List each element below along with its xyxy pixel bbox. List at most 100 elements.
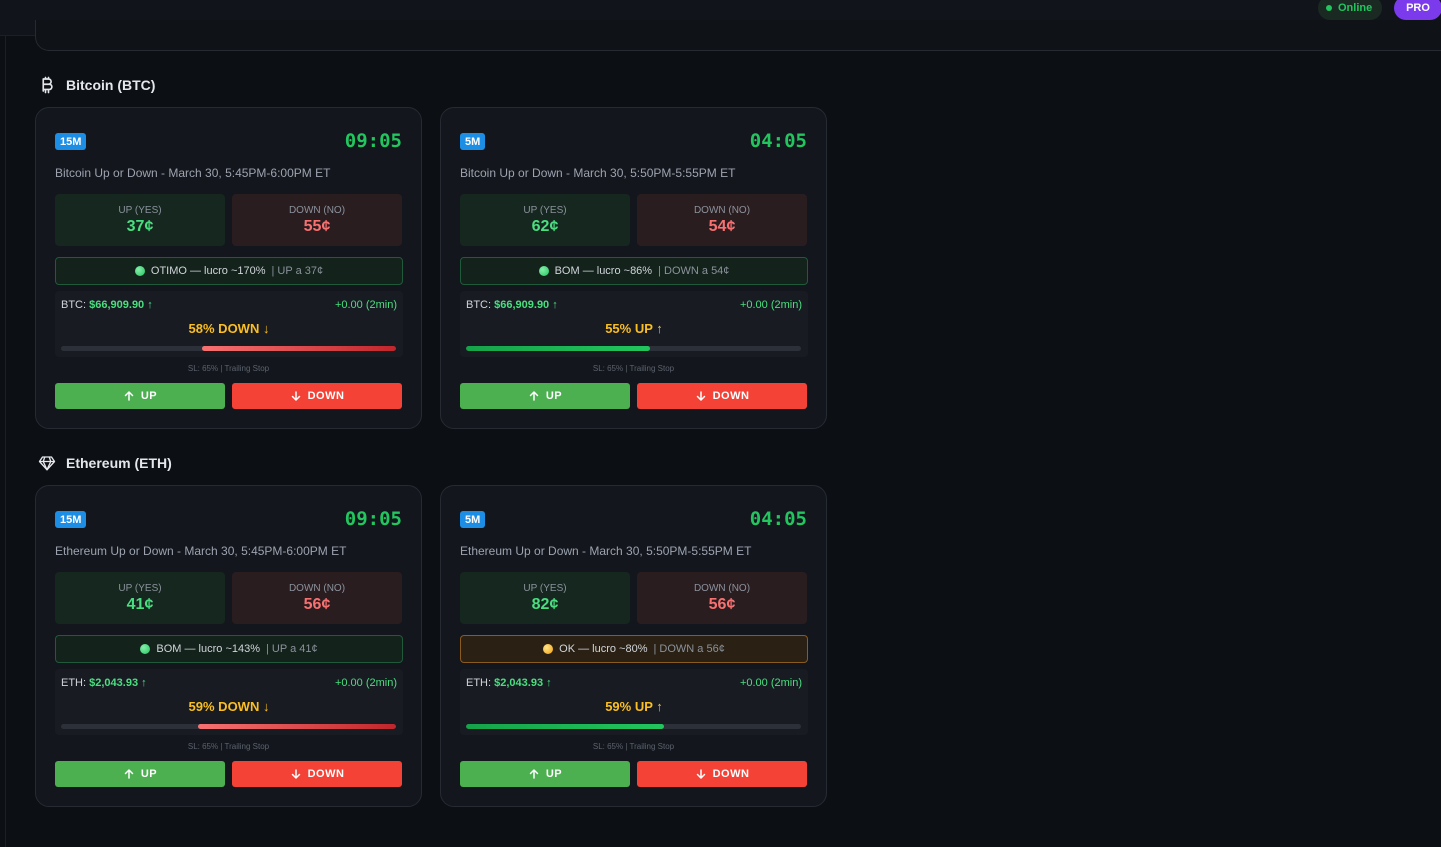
- signal-banner: BOM — lucro ~86% | DOWN a 54¢: [460, 257, 808, 285]
- market-card: 5M 04:05 Bitcoin Up or Down - March 30, …: [440, 107, 827, 429]
- asset-label: ETH:: [466, 677, 492, 689]
- price-change: +0.00 (2min): [334, 677, 397, 689]
- up-yes-price: 41¢: [126, 595, 154, 613]
- up-yes-label: UP (YES): [118, 204, 162, 216]
- buy-up-label: UP: [140, 390, 158, 402]
- up-yes-box: UP (YES) 62¢: [460, 194, 630, 246]
- previous-panel: [35, 20, 1441, 51]
- buy-down-button[interactable]: DOWN: [232, 383, 402, 409]
- arrow-up-icon: [123, 768, 135, 780]
- down-no-box: DOWN (NO) 55¢: [232, 194, 402, 246]
- price-change: +0.00 (2min): [739, 677, 802, 689]
- buy-down-button[interactable]: DOWN: [637, 761, 807, 787]
- asset-price: $66,909.90 ↑: [494, 299, 558, 311]
- buy-up-button[interactable]: UP: [55, 761, 225, 787]
- signal-dot-icon: [134, 266, 145, 276]
- market-card: 5M 04:05 Ethereum Up or Down - March 30,…: [440, 485, 827, 807]
- prediction-label: 59% DOWN ↓: [188, 699, 270, 714]
- down-no-label: DOWN (NO): [693, 204, 751, 216]
- timeframe-badge: 15M: [55, 511, 87, 528]
- down-no-price: 54¢: [708, 217, 736, 235]
- diamond-icon: [38, 456, 56, 471]
- pro-badge[interactable]: PRO: [1394, 0, 1441, 20]
- up-yes-price: 62¢: [531, 217, 559, 235]
- down-no-label: DOWN (NO): [288, 204, 346, 216]
- signal-sub-text: | UP a 37¢: [271, 265, 324, 277]
- countdown-timer: 09:05: [344, 508, 402, 530]
- arrow-down-icon: [290, 768, 302, 780]
- signal-sub-text: | UP a 41¢: [266, 643, 318, 655]
- down-no-price: 55¢: [303, 217, 331, 235]
- timeframe-badge: 5M: [460, 511, 486, 528]
- asset-label: ETH:: [61, 677, 87, 689]
- sidebar-edge: [0, 36, 6, 847]
- buy-up-button[interactable]: UP: [460, 383, 630, 409]
- countdown-timer: 09:05: [344, 130, 402, 152]
- down-no-price: 56¢: [708, 595, 736, 613]
- signal-dot-icon: [538, 266, 549, 276]
- buy-down-label: DOWN: [712, 768, 750, 780]
- asset-price-line: ETH: $2,043.93 ↑: [466, 677, 552, 689]
- stop-loss-note: SL: 65% | Trailing Stop: [592, 742, 675, 751]
- buy-up-label: UP: [545, 768, 563, 780]
- asset-price: $66,909.90 ↑: [89, 299, 153, 311]
- asset-price-line: BTC: $66,909.90 ↑: [61, 299, 153, 311]
- signal-main-text: OK — lucro ~80%: [559, 643, 648, 655]
- down-no-price: 56¢: [303, 595, 331, 613]
- prediction-label: 55% UP ↑: [605, 321, 663, 336]
- market-card: 15M 09:05 Ethereum Up or Down - March 30…: [35, 485, 422, 807]
- prediction-bar: [466, 346, 801, 351]
- buy-down-label: DOWN: [307, 390, 345, 402]
- countdown-timer: 04:05: [749, 130, 807, 152]
- buy-up-label: UP: [545, 390, 563, 402]
- price-change: +0.00 (2min): [739, 299, 802, 311]
- countdown-timer: 04:05: [749, 508, 807, 530]
- price-panel: BTC: $66,909.90 ↑ +0.00 (2min) 58% DOWN …: [55, 291, 403, 357]
- market-title: Bitcoin Up or Down - March 30, 5:45PM-6:…: [55, 166, 331, 180]
- down-no-label: DOWN (NO): [693, 582, 751, 594]
- asset-price: $2,043.93 ↑: [494, 677, 552, 689]
- bitcoin-icon: [42, 76, 53, 94]
- section-title-btc: Bitcoin (BTC): [38, 74, 155, 96]
- stop-loss-note: SL: 65% | Trailing Stop: [187, 742, 270, 751]
- arrow-down-icon: [695, 768, 707, 780]
- up-yes-label: UP (YES): [118, 582, 162, 594]
- section-title-label: Bitcoin (BTC): [66, 77, 156, 93]
- buy-down-button[interactable]: DOWN: [637, 383, 807, 409]
- price-panel: ETH: $2,043.93 ↑ +0.00 (2min) 59% UP ↑: [460, 669, 808, 735]
- section-title-label: Ethereum (ETH): [66, 455, 172, 471]
- signal-sub-text: | DOWN a 54¢: [658, 265, 730, 277]
- arrow-up-icon: [123, 390, 135, 402]
- buy-down-label: DOWN: [712, 390, 750, 402]
- price-panel: ETH: $2,043.93 ↑ +0.00 (2min) 59% DOWN ↓: [55, 669, 403, 735]
- stop-loss-note: SL: 65% | Trailing Stop: [187, 364, 270, 373]
- buy-up-button[interactable]: UP: [55, 383, 225, 409]
- buy-down-button[interactable]: DOWN: [232, 761, 402, 787]
- arrow-down-icon: [290, 390, 302, 402]
- market-card: 15M 09:05 Bitcoin Up or Down - March 30,…: [35, 107, 422, 429]
- signal-main-text: OTIMO — lucro ~170%: [150, 265, 266, 277]
- prediction-bar-fill: [198, 724, 396, 729]
- timeframe-badge: 15M: [55, 133, 87, 150]
- prediction-bar: [61, 724, 396, 729]
- down-no-box: DOWN (NO) 56¢: [637, 572, 807, 624]
- signal-banner: OK — lucro ~80% | DOWN a 56¢: [460, 635, 808, 663]
- asset-label: BTC:: [61, 299, 87, 311]
- asset-price-line: BTC: $66,909.90 ↑: [466, 299, 558, 311]
- down-no-label: DOWN (NO): [288, 582, 346, 594]
- prediction-bar-fill: [466, 346, 651, 351]
- buy-up-button[interactable]: UP: [460, 761, 630, 787]
- up-yes-box: UP (YES) 82¢: [460, 572, 630, 624]
- status-dot-icon: [1326, 5, 1332, 11]
- signal-main-text: BOM — lucro ~86%: [554, 265, 653, 277]
- price-change: +0.00 (2min): [334, 299, 397, 311]
- prediction-bar-fill: [466, 724, 664, 729]
- prediction-bar: [466, 724, 801, 729]
- signal-banner: OTIMO — lucro ~170% | UP a 37¢: [55, 257, 403, 285]
- arrow-up-icon: [528, 768, 540, 780]
- down-no-box: DOWN (NO) 54¢: [637, 194, 807, 246]
- arrow-up-icon: [528, 390, 540, 402]
- timeframe-badge: 5M: [460, 133, 486, 150]
- down-no-box: DOWN (NO) 56¢: [232, 572, 402, 624]
- asset-price-line: ETH: $2,043.93 ↑: [61, 677, 147, 689]
